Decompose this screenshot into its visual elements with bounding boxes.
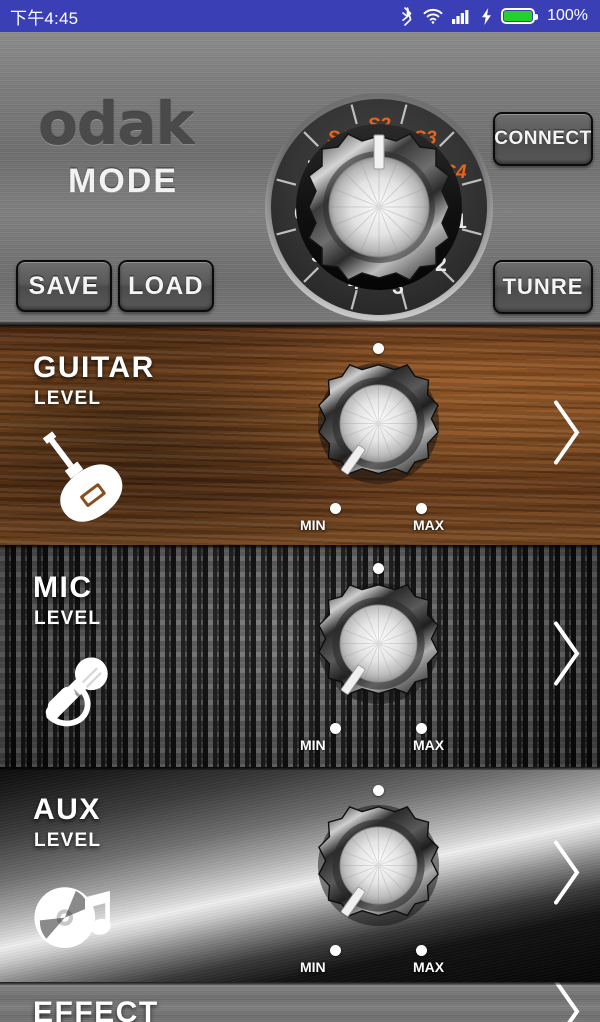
knob-pointer-indicator	[373, 134, 385, 170]
electric-guitar-icon	[28, 425, 126, 528]
mic-level-knob[interactable]	[316, 581, 441, 706]
guitar-expand-chevron-right-icon[interactable]	[550, 397, 584, 474]
aux-expand-chevron-right-icon[interactable]	[550, 836, 584, 913]
aux-level-knob[interactable]	[316, 803, 441, 928]
aux-knob-dot-top	[373, 785, 384, 796]
channel-guitar[interactable]: GUITAR LEVEL MIN MAX	[0, 325, 600, 545]
control-panel: odak MODE SAVE LOAD CONNECT TUNRE S4 1 2	[0, 32, 600, 325]
channel-aux[interactable]: AUX LEVEL MIN MAX	[0, 767, 600, 982]
guitar-knob-dot-max	[416, 503, 427, 514]
guitar-level-knob[interactable]	[316, 361, 441, 486]
mode-label: MODE	[68, 162, 178, 200]
connect-button[interactable]: CONNECT	[493, 112, 593, 166]
aux-level-knob-group[interactable]: MIN MAX	[300, 785, 453, 977]
aux-subtitle: LEVEL	[34, 830, 102, 851]
cellular-signal-icon	[452, 10, 469, 24]
aux-max-label: MAX	[413, 959, 445, 975]
cd-music-note-icon	[28, 867, 120, 964]
channel-mic[interactable]: MIC LEVEL MIN MAX	[0, 545, 600, 767]
knob-body[interactable]	[308, 133, 450, 281]
app-root: 下午4:45 100% odak MODE SAVE LOAD CONNECT …	[0, 0, 600, 1022]
charging-bolt-icon	[482, 7, 492, 25]
mic-subtitle: LEVEL	[34, 608, 102, 629]
guitar-level-knob-group[interactable]: MIN MAX	[300, 343, 453, 535]
guitar-knob-dot-top	[373, 343, 384, 354]
microphone-icon	[28, 645, 124, 746]
guitar-subtitle: LEVEL	[34, 388, 102, 409]
effect-title: EFFECT	[33, 996, 159, 1022]
mic-knob-dot-min	[330, 723, 341, 734]
channel-effect[interactable]: EFFECT	[0, 982, 600, 1022]
mic-expand-chevron-right-icon[interactable]	[550, 618, 584, 695]
mode-selector-knob[interactable]: S2 S3 S4 1 2 3 4 5 6 7 S1	[263, 91, 495, 323]
battery-percent: 100%	[547, 7, 588, 24]
mic-title: MIC	[33, 571, 93, 604]
brand-logo: odak	[38, 90, 194, 158]
bluetooth-icon	[402, 6, 412, 26]
status-bar: 下午4:45 100%	[0, 0, 600, 32]
mic-knob-dot-top	[373, 563, 384, 574]
aux-knob-dot-max	[416, 945, 427, 956]
effect-expand-chevron-right-icon[interactable]	[550, 982, 584, 1022]
status-bar-indicators: 100%	[401, 6, 588, 26]
load-button[interactable]: LOAD	[118, 260, 214, 312]
guitar-min-label: MIN	[300, 517, 326, 533]
guitar-max-label: MAX	[413, 517, 445, 533]
mic-max-label: MAX	[413, 737, 445, 753]
tuner-button[interactable]: TUNRE	[493, 260, 593, 314]
battery-icon	[501, 8, 539, 24]
aux-title: AUX	[33, 793, 101, 826]
aux-min-label: MIN	[300, 959, 326, 975]
save-button[interactable]: SAVE	[16, 260, 112, 312]
status-bar-clock: 下午4:45	[10, 8, 79, 28]
mic-knob-dot-max	[416, 723, 427, 734]
mic-level-knob-group[interactable]: MIN MAX	[300, 563, 453, 755]
mic-min-label: MIN	[300, 737, 326, 753]
wifi-icon	[423, 8, 443, 24]
aux-knob-dot-min	[330, 945, 341, 956]
guitar-title: GUITAR	[33, 351, 155, 384]
guitar-knob-dot-min	[330, 503, 341, 514]
